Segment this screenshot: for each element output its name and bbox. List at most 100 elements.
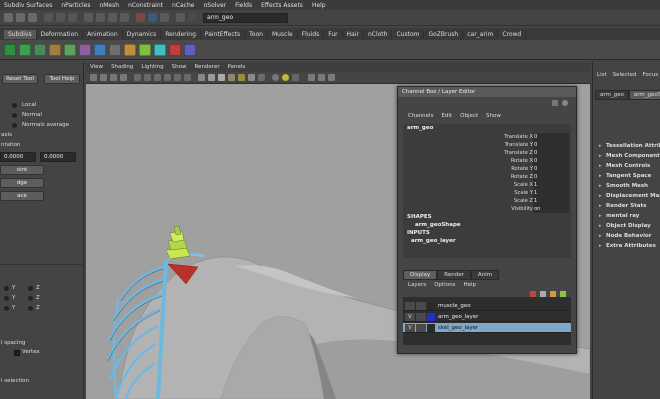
snap-point-icon[interactable] xyxy=(108,13,117,22)
smooth-shade-icon[interactable] xyxy=(208,74,215,81)
edge-button[interactable]: dge xyxy=(0,178,44,188)
channel-box-window[interactable]: Channel Box / Layer Editor Channels Edit… xyxy=(397,86,577,354)
layer-row[interactable]: muscle_geo xyxy=(403,301,571,311)
channel-value[interactable]: 0 xyxy=(533,133,569,141)
channel-value[interactable]: 0 xyxy=(533,173,569,181)
layer-playback-toggle[interactable] xyxy=(416,324,426,332)
vp-menu-view[interactable]: View xyxy=(90,64,103,70)
axis-y-radio-1[interactable] xyxy=(4,286,9,291)
tab-display[interactable]: Display xyxy=(403,270,438,280)
field-chart-icon[interactable] xyxy=(174,74,181,81)
channel-value[interactable]: 1 xyxy=(533,189,569,197)
ae-tab-arm-geo[interactable]: arm_geo xyxy=(595,90,629,100)
reset-tool-button[interactable]: Reset Tool xyxy=(2,74,38,84)
orientation-field-a[interactable]: 0.0000 xyxy=(0,152,36,162)
shelf-tab-dynamics[interactable]: Dynamics xyxy=(123,29,162,39)
ae-section-render-stats[interactable]: Render Stats xyxy=(599,202,660,211)
vp-menu-lighting[interactable]: Lighting xyxy=(141,64,163,70)
cylinder-icon[interactable] xyxy=(34,44,46,56)
menu-nmesh[interactable]: nMesh xyxy=(99,2,119,9)
channel-translate-z[interactable]: Translate Z0 xyxy=(409,149,569,157)
pin-icon[interactable] xyxy=(552,100,558,106)
shelf-tab-deformation[interactable]: Deformation xyxy=(37,29,84,39)
axis-z-radio-3[interactable] xyxy=(28,306,33,311)
menu-nsolver[interactable]: nSolver xyxy=(203,2,226,9)
channel-translate-y[interactable]: Translate Y0 xyxy=(409,141,569,149)
new-scene-icon[interactable] xyxy=(4,13,13,22)
input-mode-icon[interactable] xyxy=(176,13,185,22)
menu-subdiv-surfaces[interactable]: Subdiv Surfaces xyxy=(4,2,52,9)
render-icon[interactable] xyxy=(136,13,145,22)
resolution-gate-icon[interactable] xyxy=(154,74,161,81)
vertex-checkbox[interactable] xyxy=(14,350,20,356)
ae-section-smooth-mesh[interactable]: Smooth Mesh xyxy=(599,182,660,191)
ae-section-mesh-controls[interactable]: Mesh Controls xyxy=(599,162,660,171)
ae-tab-arm-geoshape[interactable]: arm_geoSha xyxy=(628,90,660,100)
lock-icon[interactable] xyxy=(188,13,197,22)
menu-nparticles[interactable]: nParticles xyxy=(61,2,90,9)
layer-playback-toggle[interactable] xyxy=(416,313,426,321)
channel-value[interactable]: on xyxy=(533,205,569,213)
sphere-icon[interactable] xyxy=(4,44,16,56)
channel-rotate-x[interactable]: Rotate X0 xyxy=(409,157,569,165)
shelf-tab-car-arim[interactable]: car_arim xyxy=(463,29,499,39)
shelf-tab-ncloth[interactable]: nCloth xyxy=(364,29,393,39)
channel-value[interactable]: 1 xyxy=(533,197,569,205)
local-radio[interactable] xyxy=(12,103,17,108)
ae-menu-list[interactable]: List xyxy=(597,72,607,78)
vp-menu-show[interactable]: Show xyxy=(172,64,187,70)
uv-editor-icon[interactable] xyxy=(318,74,325,81)
tab-anim[interactable]: Anim xyxy=(470,270,500,280)
smooth-icon[interactable] xyxy=(109,44,121,56)
vp-menu-shading[interactable]: Shading xyxy=(111,64,133,70)
cube-icon[interactable] xyxy=(19,44,31,56)
ipr-render-icon[interactable] xyxy=(148,13,157,22)
wireframe-on-shaded-icon[interactable] xyxy=(218,74,225,81)
cb-menu-edit[interactable]: Edit xyxy=(441,113,452,119)
shelf-tab-fluids[interactable]: Fluids xyxy=(298,29,325,39)
image-plane-icon[interactable] xyxy=(120,74,127,81)
open-scene-icon[interactable] xyxy=(16,13,25,22)
axis-y-radio-3[interactable] xyxy=(4,306,9,311)
select-component-icon[interactable] xyxy=(68,13,77,22)
shelf-tab-crowd[interactable]: Crowd xyxy=(498,29,527,39)
select-hierarchy-icon[interactable] xyxy=(44,13,53,22)
ae-section-tangent-space[interactable]: Tangent Space xyxy=(599,172,660,181)
bookmark-icon[interactable] xyxy=(110,74,117,81)
shelf-tab-hair[interactable]: Hair xyxy=(343,29,364,39)
layer-menu-options[interactable]: Options xyxy=(434,282,455,288)
channel-value[interactable]: 0 xyxy=(533,149,569,157)
shelf-tab-painteffects[interactable]: PaintEffects xyxy=(201,29,246,39)
menu-nconstraint[interactable]: nConstraint xyxy=(128,2,163,9)
channel-value[interactable]: 0 xyxy=(533,165,569,173)
axis-y-radio-2[interactable] xyxy=(4,296,9,301)
normals-average-radio[interactable] xyxy=(12,123,17,128)
channel-translate-x[interactable]: Translate X0 xyxy=(409,133,569,141)
mirror-icon[interactable] xyxy=(169,44,181,56)
save-scene-icon[interactable] xyxy=(28,13,37,22)
layer-color-swatch[interactable] xyxy=(427,302,435,310)
ae-section-extra-attributes[interactable]: Extra Attributes xyxy=(599,242,660,251)
normal-radio[interactable] xyxy=(12,113,17,118)
ae-section-mental-ray[interactable]: mental ray xyxy=(599,212,660,221)
ae-section-tessellation[interactable]: Tessellation Attrib xyxy=(599,142,660,151)
xray-icon[interactable] xyxy=(282,74,289,81)
render-settings-icon[interactable] xyxy=(160,13,169,22)
ae-section-object-display[interactable]: Object Display xyxy=(599,222,660,231)
collapse-icon[interactable] xyxy=(154,44,166,56)
ae-menu-focus[interactable]: Focus xyxy=(642,72,658,78)
refine-icon[interactable] xyxy=(139,44,151,56)
subdiv-proxy-icon[interactable] xyxy=(94,44,106,56)
cb-menu-object[interactable]: Object xyxy=(460,113,478,119)
channel-scale-x[interactable]: Scale X1 xyxy=(409,181,569,189)
attach-icon[interactable] xyxy=(184,44,196,56)
vp-menu-panels[interactable]: Panels xyxy=(228,64,246,70)
channel-value[interactable]: 1 xyxy=(533,181,569,189)
channel-rotate-z[interactable]: Rotate Z0 xyxy=(409,173,569,181)
safe-action-icon[interactable] xyxy=(184,74,191,81)
plane-icon[interactable] xyxy=(64,44,76,56)
ae-section-displacement-map[interactable]: Displacement Map xyxy=(599,192,660,201)
tab-render[interactable]: Render xyxy=(437,270,471,280)
ae-section-node-behavior[interactable]: Node Behavior xyxy=(599,232,660,241)
shelf-tab-custom[interactable]: Custom xyxy=(392,29,425,39)
